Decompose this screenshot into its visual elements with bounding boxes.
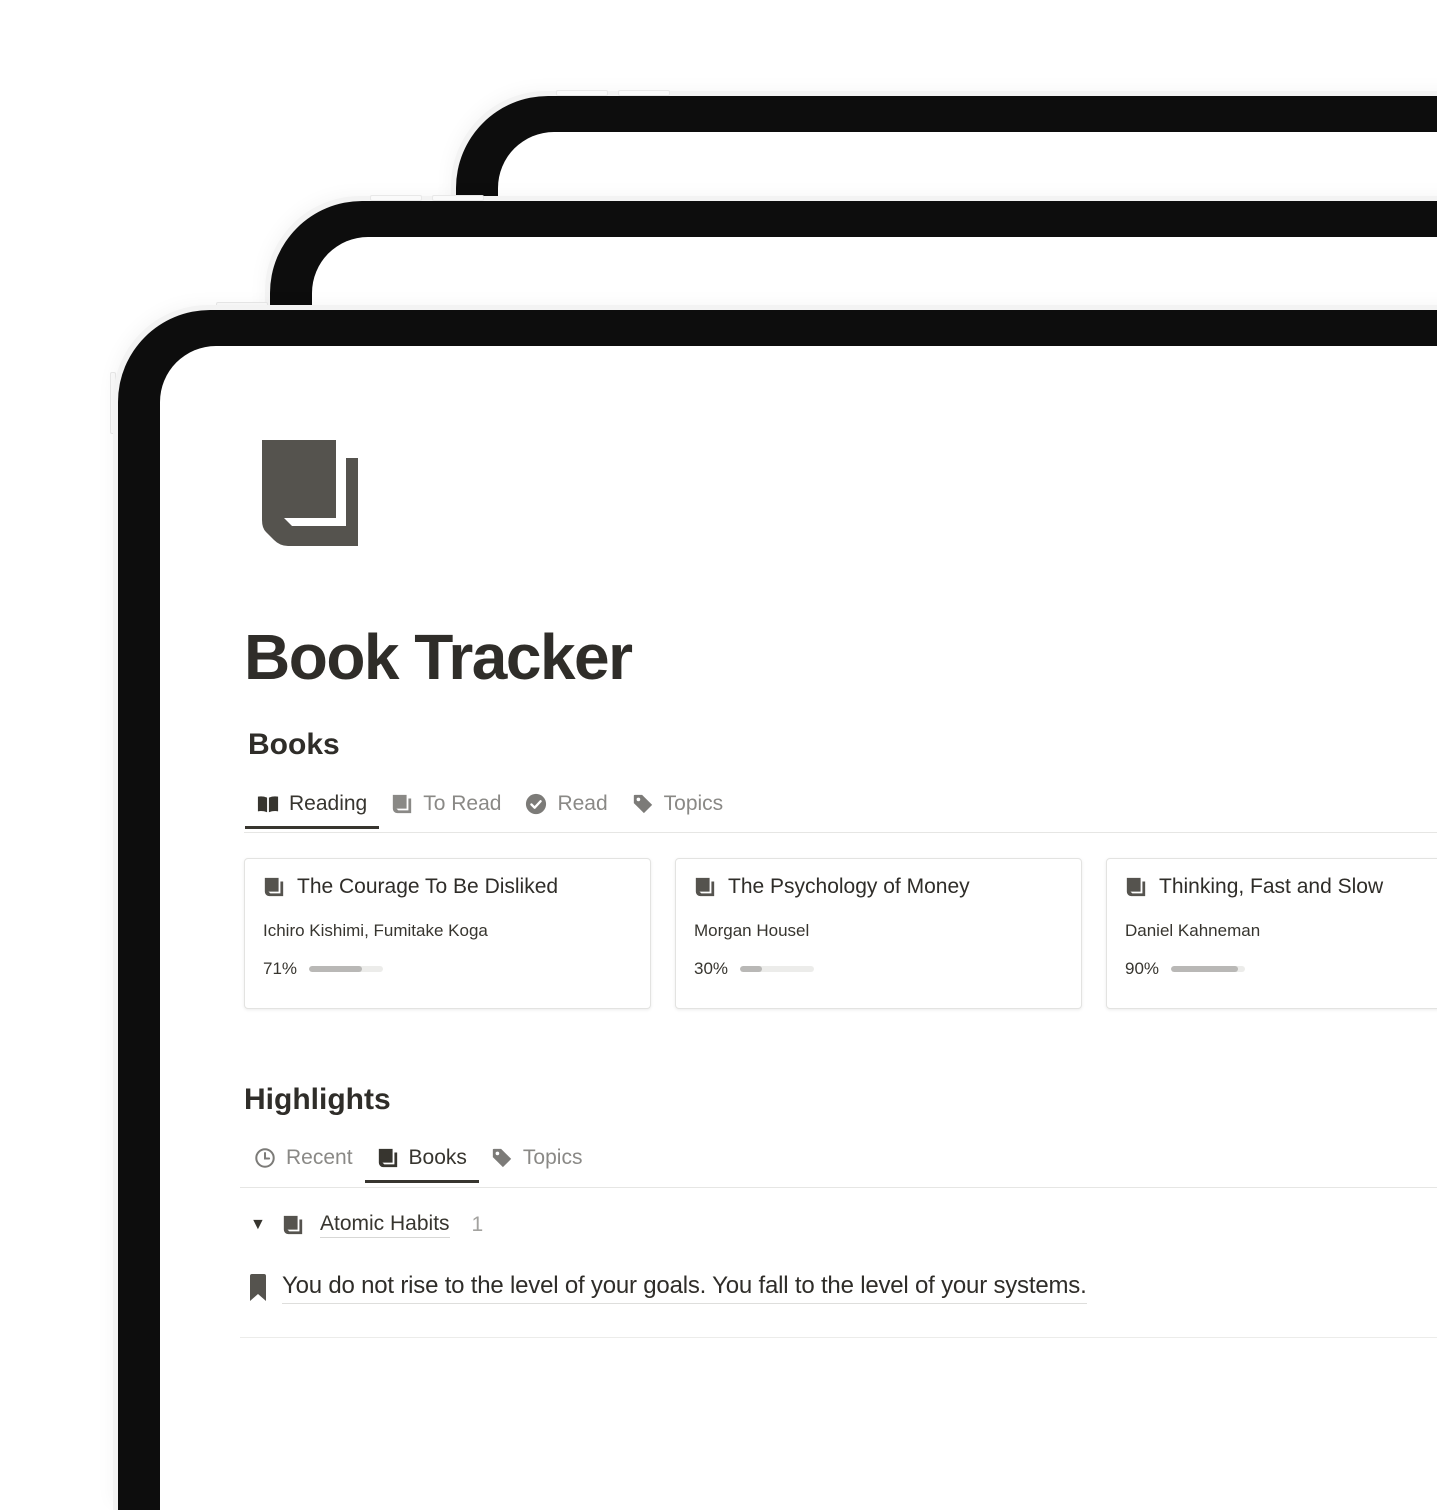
page-title: Book Tracker bbox=[244, 621, 633, 693]
book-author: Ichiro Kishimi, Fumitake Koga bbox=[263, 921, 488, 940]
device-button bbox=[556, 90, 608, 96]
section-divider bbox=[240, 1337, 1437, 1338]
tab-topics[interactable]: Topics bbox=[620, 780, 736, 828]
clock-icon bbox=[255, 1148, 275, 1168]
highlights-section-title: Highlights bbox=[244, 1083, 391, 1116]
book-stack-icon bbox=[378, 1148, 397, 1168]
tab-to-read[interactable]: To Read bbox=[379, 780, 513, 828]
book-author: Daniel Kahneman bbox=[1125, 921, 1261, 940]
books-view-tabs: Reading To Read Read Topics bbox=[245, 780, 736, 829]
device-button bbox=[370, 195, 422, 201]
book-card[interactable]: The Courage To Be Disliked Ichiro Kishim… bbox=[244, 858, 651, 1009]
progress-fill bbox=[740, 966, 763, 972]
progress-label: 90% bbox=[1125, 959, 1160, 978]
device-frame-front: Book Tracker Books Reading To Read Read … bbox=[118, 310, 1437, 1510]
progress-bar bbox=[309, 966, 384, 972]
device-button bbox=[432, 195, 484, 201]
group-count: 1 bbox=[471, 1213, 484, 1236]
device-side-button bbox=[110, 372, 116, 434]
book-title: The Psychology of Money bbox=[728, 875, 970, 898]
tab-label: Topics bbox=[663, 792, 724, 815]
highlight-text[interactable]: You do not rise to the level of your goa… bbox=[282, 1272, 1087, 1304]
group-book-link[interactable]: Atomic Habits bbox=[320, 1212, 450, 1238]
open-book-icon bbox=[257, 796, 279, 813]
highlight-item[interactable]: You do not rise to the level of your goa… bbox=[248, 1272, 1087, 1304]
highlight-group-header: ▼ Atomic Habits 1 bbox=[250, 1212, 483, 1238]
tab-label: Books bbox=[408, 1146, 467, 1169]
tab-label: Topics bbox=[522, 1146, 583, 1169]
books-section-title: Books bbox=[248, 728, 340, 761]
book-card[interactable]: The Psychology of Money Morgan Housel 30… bbox=[675, 858, 1082, 1009]
tab-recent[interactable]: Recent bbox=[242, 1134, 365, 1182]
book-stack-icon bbox=[264, 877, 284, 897]
tab-label: Read bbox=[557, 792, 608, 815]
tag-icon bbox=[492, 1148, 512, 1168]
progress-fill bbox=[1171, 966, 1238, 972]
tab-label: Recent bbox=[286, 1146, 353, 1169]
app-screen: Book Tracker Books Reading To Read Read … bbox=[160, 346, 1437, 1510]
book-title: The Courage To Be Disliked bbox=[297, 875, 559, 898]
progress-bar bbox=[740, 966, 815, 972]
reading-cards: The Courage To Be Disliked Ichiro Kishim… bbox=[244, 858, 1437, 1009]
device-button bbox=[618, 90, 670, 96]
book-stack-icon bbox=[1126, 877, 1146, 897]
book-stack-icon bbox=[283, 1215, 303, 1235]
book-stack-icon bbox=[393, 794, 412, 814]
book-stack-icon bbox=[262, 440, 358, 546]
tabs-divider bbox=[244, 832, 1437, 833]
bookmark-icon bbox=[250, 1274, 266, 1301]
book-stack-icon bbox=[695, 877, 715, 897]
progress-bar bbox=[1171, 966, 1246, 972]
book-title: Thinking, Fast and Slow bbox=[1159, 875, 1384, 898]
progress-label: 71% bbox=[263, 959, 298, 978]
progress-fill bbox=[309, 966, 362, 972]
book-card[interactable]: Thinking, Fast and Slow Daniel Kahneman … bbox=[1106, 858, 1437, 1009]
caret-down-icon[interactable]: ▼ bbox=[250, 1216, 266, 1234]
tabs-divider bbox=[240, 1187, 1437, 1188]
tab-label: Reading bbox=[289, 792, 368, 815]
progress-label: 30% bbox=[694, 959, 729, 978]
highlights-view-tabs: Recent Books Topics bbox=[242, 1134, 595, 1183]
tab-label: To Read bbox=[423, 792, 502, 815]
book-author: Morgan Housel bbox=[694, 921, 810, 940]
tab-topics[interactable]: Topics bbox=[479, 1134, 595, 1182]
tag-icon bbox=[633, 794, 652, 814]
tab-reading[interactable]: Reading bbox=[245, 780, 380, 829]
tab-books[interactable]: Books bbox=[364, 1134, 480, 1183]
device-button bbox=[216, 302, 268, 308]
check-circle-icon bbox=[526, 793, 547, 815]
tab-read[interactable]: Read bbox=[513, 780, 619, 828]
